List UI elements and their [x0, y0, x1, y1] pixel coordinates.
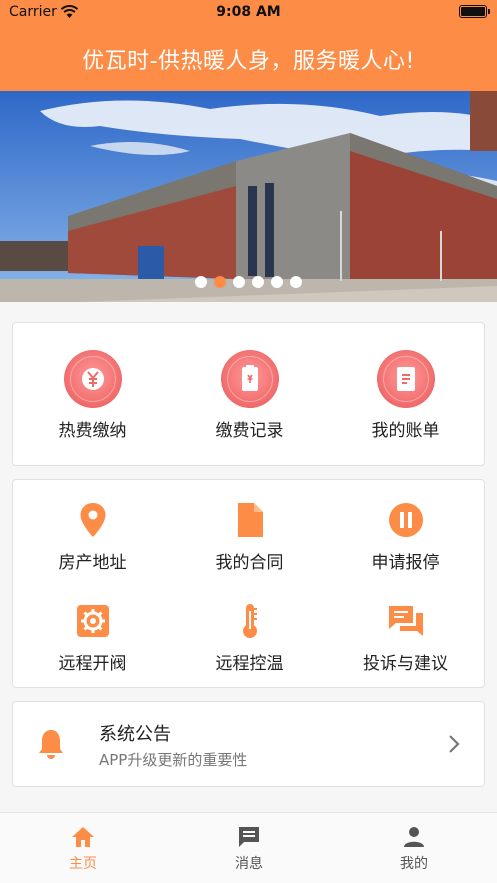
service-my-bill[interactable]: 我的账单 — [327, 350, 484, 441]
tab-label: 消息 — [235, 856, 263, 872]
tab-home[interactable]: 主页 — [0, 813, 166, 883]
clock: 9:08 AM — [216, 4, 281, 20]
features-card: 房产地址 我的合同 申请报停 远程开阀 远程控温 投诉与建议 — [12, 479, 485, 688]
service-pay-heating[interactable]: 热费缴纳 — [14, 350, 171, 441]
status-bar: Carrier 9:08 AM — [0, 0, 497, 26]
feature-complaints-suggestions[interactable]: 投诉与建议 — [327, 601, 484, 674]
feature-remote-temperature[interactable]: 远程控温 — [171, 601, 328, 674]
gear-icon — [73, 601, 113, 641]
person-icon — [404, 827, 424, 847]
pause-icon — [386, 500, 426, 540]
message-icon — [239, 827, 259, 847]
location-pin-icon — [73, 500, 113, 540]
chat-icon — [386, 601, 426, 641]
carousel-dot[interactable] — [271, 276, 283, 288]
tab-bar: 主页 消息 我的 — [0, 812, 497, 883]
feature-label: 申请报停 — [371, 553, 440, 573]
system-notice[interactable]: 系统公告 APP升级更新的重要性 — [12, 701, 485, 787]
carousel-dot[interactable] — [252, 276, 264, 288]
bill-icon — [376, 350, 435, 408]
tab-label: 我的 — [400, 856, 428, 872]
service-payment-records[interactable]: 缴费记录 — [171, 350, 328, 441]
receipt-icon — [220, 350, 279, 408]
chevron-right-icon — [449, 735, 460, 753]
services-card: 热费缴纳 缴费记录 我的账单 — [12, 322, 485, 466]
home-icon — [72, 827, 94, 847]
document-icon — [230, 500, 270, 540]
feature-my-contract[interactable]: 我的合同 — [171, 500, 328, 573]
carousel-dot[interactable] — [195, 276, 207, 288]
banner-image — [0, 91, 497, 302]
tab-label: 主页 — [69, 856, 97, 872]
carousel-indicator[interactable] — [0, 276, 497, 288]
battery-icon — [459, 5, 490, 18]
feature-label: 远程控温 — [215, 654, 284, 674]
feature-label: 远程开阀 — [58, 654, 127, 674]
tab-messages[interactable]: 消息 — [166, 813, 332, 883]
carousel-dot[interactable] — [290, 276, 302, 288]
carousel-dot[interactable] — [233, 276, 245, 288]
bell-icon — [39, 730, 63, 759]
feature-label: 投诉与建议 — [363, 654, 448, 674]
page-title: 优瓦时-供热暖人身，服务暖人心! — [82, 49, 415, 74]
service-label: 热费缴纳 — [58, 421, 127, 441]
feature-label: 我的合同 — [215, 553, 284, 573]
feature-remote-valve[interactable]: 远程开阀 — [14, 601, 171, 674]
service-label: 缴费记录 — [215, 421, 284, 441]
yen-icon — [63, 350, 122, 408]
feature-property-address[interactable]: 房产地址 — [14, 500, 171, 573]
thermometer-icon — [230, 601, 270, 641]
service-label: 我的账单 — [371, 421, 440, 441]
tab-profile[interactable]: 我的 — [331, 813, 497, 883]
feature-label: 房产地址 — [58, 553, 127, 573]
notice-title: 系统公告 — [99, 724, 171, 745]
header: Carrier 9:08 AM 优瓦时-供热暖人身，服务暖人心! — [0, 0, 497, 91]
carousel-dot-active[interactable] — [214, 276, 226, 288]
feature-apply-suspend[interactable]: 申请报停 — [327, 500, 484, 573]
notice-subtitle: APP升级更新的重要性 — [99, 751, 248, 769]
banner-carousel[interactable] — [0, 91, 497, 302]
